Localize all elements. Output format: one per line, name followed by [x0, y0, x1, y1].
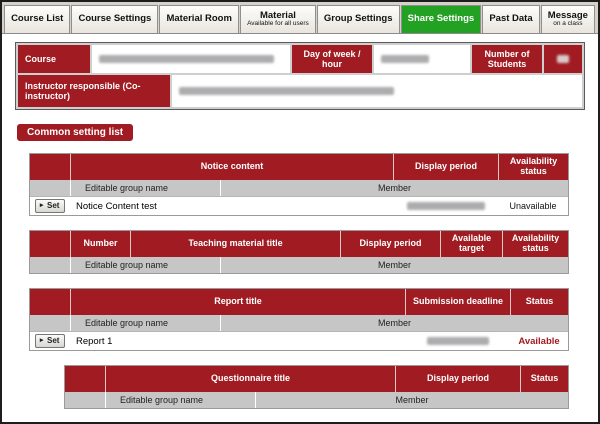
number-of-students-redacted [557, 55, 569, 63]
notice-table-header: Notice content Display period Availabili… [30, 154, 568, 180]
questionnaire-title-header: Questionnaire title [105, 366, 395, 392]
share-settings-page: Course List Course Settings Material Roo… [0, 0, 600, 424]
teaching-material-table: Number Teaching material title Display p… [29, 230, 569, 274]
member-label: Member [220, 180, 568, 196]
course-value [92, 45, 290, 73]
tab-label: Group Settings [322, 14, 395, 24]
report-status: Available [510, 336, 568, 347]
editable-group-name-label: Editable group name [70, 257, 220, 273]
editable-group-name-label: Editable group name [70, 180, 220, 196]
questionnaire-display-period-header: Display period [395, 366, 520, 392]
report-title-header: Report title [70, 289, 405, 315]
notice-set-cell: ► Set [30, 199, 70, 213]
notice-display-period-value [393, 202, 498, 210]
tab-bar: Course List Course Settings Material Roo… [2, 2, 598, 34]
report-title: Report 1 [70, 336, 405, 347]
common-setting-list-button[interactable]: Common setting list [17, 124, 133, 141]
tab-sublabel: on a class [546, 21, 590, 28]
editable-group-name-label: Editable group name [105, 392, 255, 408]
material-title-header: Teaching material title [130, 231, 340, 257]
instructor-value [172, 75, 582, 107]
set-button-label: Set [47, 336, 59, 346]
member-label: Member [255, 392, 568, 408]
notice-set-button[interactable]: ► Set [35, 199, 66, 213]
tab-label: Course Settings [76, 14, 153, 24]
tab-course-list[interactable]: Course List [4, 5, 70, 33]
material-target-header: Available target [440, 231, 502, 257]
instructor-label: Instructor responsible (Co-instructor) [18, 75, 170, 107]
tab-share-settings[interactable]: Share Settings [401, 5, 482, 33]
tab-label: Course List [9, 14, 65, 24]
report-deadline-value [405, 337, 510, 345]
material-header-spacer [30, 243, 70, 245]
questionnaire-table: Questionnaire title Display period Statu… [64, 365, 569, 409]
report-set-cell: ► Set [30, 334, 70, 348]
report-status-header: Status [510, 289, 568, 315]
main-content: Course Day of week / hour Number of Stud… [2, 34, 598, 409]
report-row: ► Set Report 1 Available [30, 331, 568, 350]
tab-course-settings[interactable]: Course Settings [71, 5, 158, 33]
course-info-box: Course Day of week / hour Number of Stud… [15, 42, 585, 110]
set-arrow-icon: ► [39, 202, 45, 210]
report-table: Report title Submission deadline Status … [29, 288, 569, 351]
notice-content-header: Notice content [70, 154, 393, 180]
course-info-row-1: Course Day of week / hour Number of Stud… [18, 45, 582, 73]
report-header-spacer [30, 301, 70, 303]
course-label: Course [18, 45, 90, 73]
material-table-header: Number Teaching material title Display p… [30, 231, 568, 257]
number-of-students-value [544, 45, 582, 73]
notice-header-spacer [30, 166, 70, 168]
report-deadline-redacted [427, 337, 489, 345]
questionnaire-table-header: Questionnaire title Display period Statu… [65, 366, 568, 392]
questionnaire-header-spacer [65, 378, 105, 380]
report-set-button[interactable]: ► Set [35, 334, 66, 348]
material-availability-header: Availability status [502, 231, 568, 257]
material-number-header: Number [70, 231, 130, 257]
editable-group-name-label: Editable group name [70, 315, 220, 331]
tab-label: Material Room [164, 14, 234, 24]
set-button-label: Set [47, 201, 59, 211]
questionnaire-subheader-row: Editable group name Member [65, 392, 568, 408]
notice-availability-header: Availability status [498, 154, 568, 180]
member-label: Member [220, 315, 568, 331]
material-subheader-row: Editable group name Member [30, 257, 568, 273]
day-of-week-value [374, 45, 470, 73]
notice-title: Notice Content test [70, 201, 393, 212]
report-subheader-row: Editable group name Member [30, 315, 568, 331]
day-of-week-label: Day of week / hour [292, 45, 372, 73]
tab-group-settings[interactable]: Group Settings [317, 5, 400, 33]
course-value-redacted [99, 55, 274, 63]
notice-status: Unavailable [498, 201, 568, 211]
material-display-period-header: Display period [340, 231, 440, 257]
report-deadline-header: Submission deadline [405, 289, 510, 315]
questionnaire-status-header: Status [520, 366, 568, 392]
tab-sublabel: Available for all users [245, 21, 311, 28]
member-label: Member [220, 257, 568, 273]
instructor-value-redacted [179, 87, 394, 95]
tab-past-data[interactable]: Past Data [482, 5, 539, 33]
tab-material-all-users[interactable]: Material Available for all users [240, 5, 316, 33]
set-arrow-icon: ► [39, 337, 45, 345]
number-of-students-label: Number of Students [472, 45, 542, 73]
notice-subheader-row: Editable group name Member [30, 180, 568, 196]
tab-material-room[interactable]: Material Room [159, 5, 239, 33]
course-info-row-2: Instructor responsible (Co-instructor) [18, 75, 582, 107]
tab-label: Past Data [487, 14, 534, 24]
tab-label: Share Settings [406, 14, 477, 24]
report-table-header: Report title Submission deadline Status [30, 289, 568, 315]
notice-display-period-header: Display period [393, 154, 498, 180]
notice-display-period-redacted [407, 202, 485, 210]
notice-row: ► Set Notice Content test Unavailable [30, 196, 568, 215]
day-of-week-redacted [381, 55, 429, 63]
notice-table: Notice content Display period Availabili… [29, 153, 569, 216]
tab-message-on-class[interactable]: Message on a class [541, 5, 595, 33]
